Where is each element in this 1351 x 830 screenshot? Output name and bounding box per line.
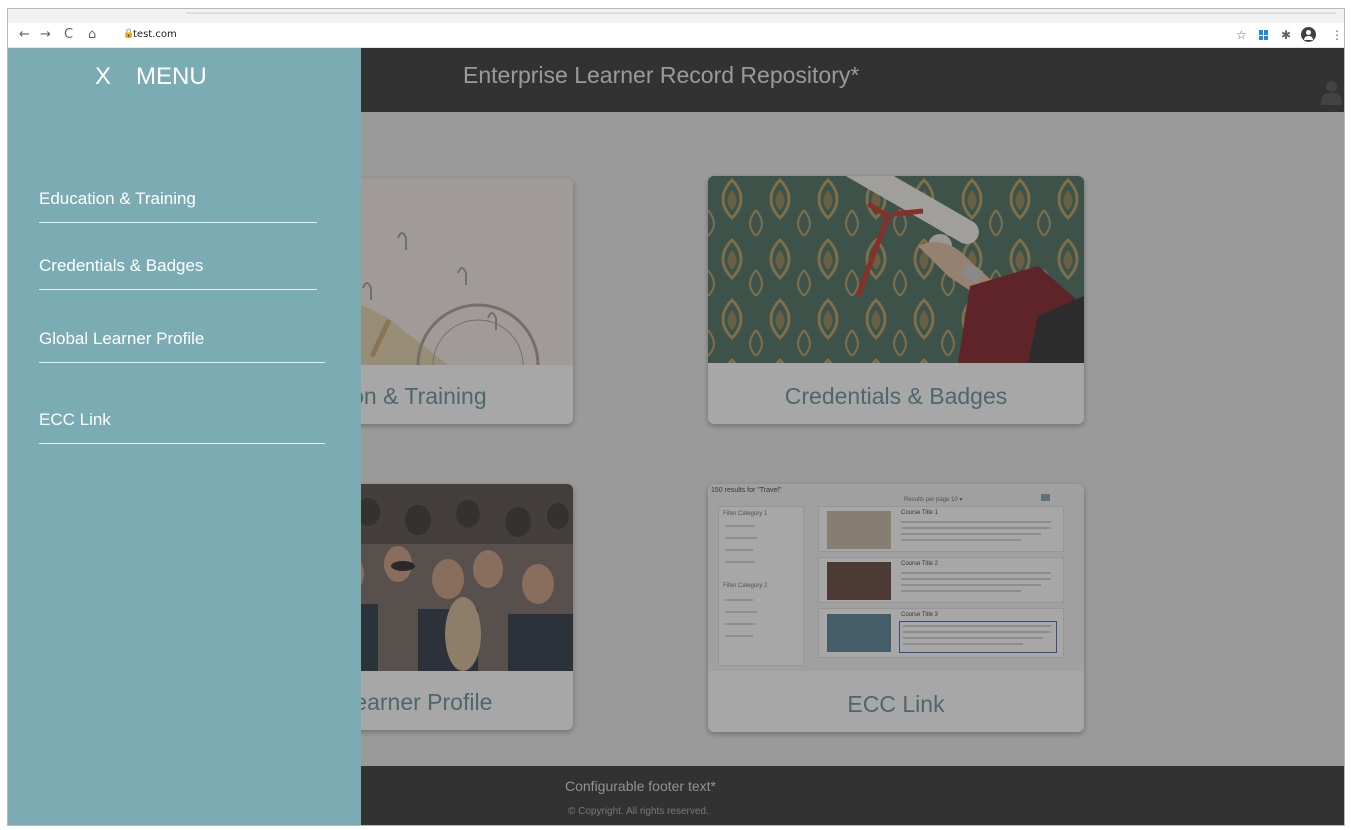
address-bar[interactable]: test.com	[133, 29, 177, 40]
home-icon[interactable]: ⌂	[88, 27, 96, 43]
menu-item-credentials-badges[interactable]: Credentials & Badges	[39, 256, 317, 290]
browser-menu-icon[interactable]: ⋮	[1331, 27, 1343, 43]
browser-window: ← → C ⌂ 🔒 test.com ☆ ✱ ⋮ Enterprise Lear…	[7, 8, 1345, 826]
menu-item-education-training[interactable]: Education & Training	[39, 189, 317, 223]
extensions-icon[interactable]: ✱	[1281, 27, 1291, 43]
menu-item-label: ECC Link	[39, 410, 111, 429]
side-menu: X MENU Education & Training Credentials …	[8, 48, 361, 825]
star-icon[interactable]: ☆	[1236, 27, 1247, 43]
windows-icon[interactable]	[1259, 30, 1269, 40]
menu-item-label: Education & Training	[39, 189, 196, 208]
forward-icon[interactable]: →	[40, 27, 51, 43]
page-viewport: Enterprise Learner Record Repository* Ed…	[8, 48, 1344, 825]
back-icon[interactable]: ←	[19, 27, 30, 43]
menu-item-ecc-link[interactable]: ECC Link	[39, 410, 325, 444]
menu-title: MENU	[136, 63, 207, 90]
close-menu-button[interactable]: X	[95, 63, 112, 91]
menu-item-global-learner-profile[interactable]: Global Learner Profile	[39, 329, 325, 363]
browser-toolbar: ← → C ⌂ 🔒 test.com ☆ ✱ ⋮	[8, 23, 1344, 48]
reload-icon[interactable]: C	[64, 27, 73, 43]
tab-strip	[8, 9, 1344, 23]
profile-icon[interactable]	[1301, 27, 1316, 42]
menu-item-label: Credentials & Badges	[39, 256, 204, 275]
menu-item-label: Global Learner Profile	[39, 329, 205, 348]
